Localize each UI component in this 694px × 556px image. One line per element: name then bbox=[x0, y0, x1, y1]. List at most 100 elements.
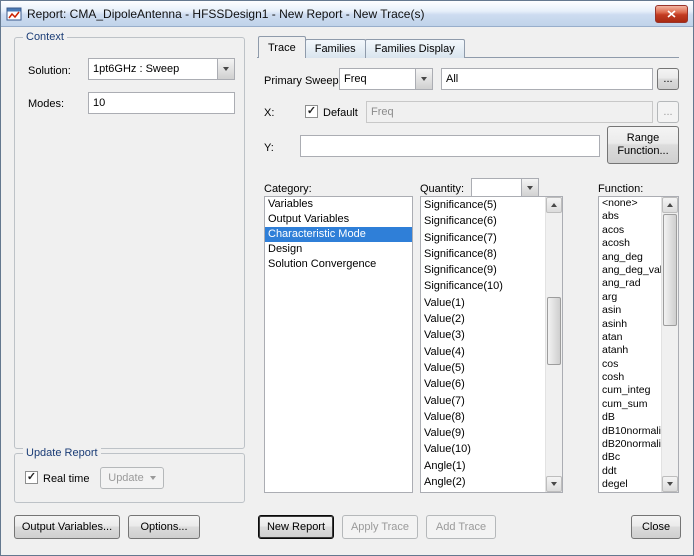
list-item[interactable]: dB bbox=[599, 411, 661, 424]
function-listbox[interactable]: <none>absacosacoshang_degang_deg_valang_… bbox=[598, 196, 679, 493]
app-icon bbox=[6, 6, 22, 22]
list-item[interactable]: atan bbox=[599, 331, 661, 344]
list-item[interactable]: cum_integ bbox=[599, 384, 661, 397]
chevron-down-icon[interactable] bbox=[415, 69, 432, 89]
new-report-button[interactable]: New Report bbox=[258, 515, 334, 539]
list-item[interactable]: Value(3) bbox=[421, 327, 545, 343]
x-default-checkbox[interactable]: ✓ bbox=[305, 105, 318, 118]
list-item[interactable]: Value(5) bbox=[421, 360, 545, 376]
list-item[interactable]: Significance(9) bbox=[421, 262, 545, 278]
tab-strip: Trace Families Families Display bbox=[258, 36, 464, 58]
primary-sweep-range-input[interactable]: All bbox=[441, 68, 653, 90]
list-item[interactable]: asinh bbox=[599, 318, 661, 331]
add-trace-button[interactable]: Add Trace bbox=[426, 515, 496, 539]
list-item[interactable]: Significance(5) bbox=[421, 197, 545, 213]
scroll-down-icon[interactable] bbox=[662, 476, 678, 492]
list-item[interactable]: atanh bbox=[599, 344, 661, 357]
quantity-listbox[interactable]: Significance(5)Significance(6)Significan… bbox=[420, 196, 563, 493]
list-item[interactable]: Output Variables bbox=[265, 212, 412, 227]
list-item[interactable]: cos bbox=[599, 358, 661, 371]
y-input[interactable] bbox=[300, 135, 600, 157]
x-input: Freq bbox=[366, 101, 653, 123]
x-browse-button[interactable]: ... bbox=[657, 101, 679, 123]
primary-sweep-label: Primary Sweep: bbox=[264, 74, 342, 88]
quantity-label: Quantity: bbox=[420, 182, 464, 196]
list-item[interactable]: Characteristic Mode bbox=[265, 227, 412, 242]
list-item[interactable]: acosh bbox=[599, 237, 661, 250]
list-item[interactable]: Value(2) bbox=[421, 311, 545, 327]
primary-sweep-combobox[interactable]: Freq bbox=[339, 68, 433, 90]
list-item[interactable]: cum_sum bbox=[599, 398, 661, 411]
quantity-list-items: Significance(5)Significance(6)Significan… bbox=[421, 197, 545, 492]
realtime-checkbox[interactable]: ✓ bbox=[25, 471, 38, 484]
list-item[interactable]: Angle(2) bbox=[421, 474, 545, 490]
category-list-items: VariablesOutput VariablesCharacteristic … bbox=[265, 197, 412, 492]
realtime-label: Real time bbox=[43, 472, 89, 486]
scroll-up-icon[interactable] bbox=[546, 197, 562, 213]
list-item[interactable]: Value(1) bbox=[421, 295, 545, 311]
update-report-group-label: Update Report bbox=[23, 446, 101, 460]
chevron-down-icon[interactable] bbox=[521, 179, 538, 197]
list-item[interactable]: Significance(7) bbox=[421, 230, 545, 246]
list-item[interactable]: ang_deg bbox=[599, 251, 661, 264]
list-item[interactable]: Angle(1) bbox=[421, 458, 545, 474]
range-function-button[interactable]: Range Function... bbox=[607, 126, 679, 164]
function-label: Function: bbox=[598, 182, 643, 196]
options-button[interactable]: Options... bbox=[128, 515, 200, 539]
output-variables-button[interactable]: Output Variables... bbox=[14, 515, 120, 539]
scrollbar-thumb[interactable] bbox=[663, 214, 677, 326]
list-item[interactable]: <none> bbox=[599, 197, 661, 210]
list-item[interactable]: dB20normalize bbox=[599, 438, 661, 451]
output-variables-label: Output Variables... bbox=[22, 521, 112, 533]
solution-label: Solution: bbox=[28, 64, 71, 78]
x-default-label: Default bbox=[323, 106, 358, 120]
list-item[interactable]: Value(6) bbox=[421, 376, 545, 392]
report-dialog: Report: CMA_DipoleAntenna - HFSSDesign1 … bbox=[0, 0, 694, 556]
scrollbar-thumb[interactable] bbox=[547, 297, 561, 365]
list-item[interactable]: cosh bbox=[599, 371, 661, 384]
update-button[interactable]: Update bbox=[100, 467, 164, 489]
apply-trace-button[interactable]: Apply Trace bbox=[342, 515, 418, 539]
scroll-up-icon[interactable] bbox=[662, 197, 678, 213]
list-item[interactable]: Solution Convergence bbox=[265, 257, 412, 272]
tab-families-display[interactable]: Families Display bbox=[365, 39, 465, 58]
tab-families[interactable]: Families bbox=[305, 39, 366, 58]
list-item[interactable]: abs bbox=[599, 210, 661, 223]
primary-sweep-browse-button[interactable]: ... bbox=[657, 68, 679, 90]
quantity-combobox[interactable] bbox=[471, 178, 539, 198]
list-item[interactable]: Significance(10) bbox=[421, 278, 545, 294]
check-icon: ✓ bbox=[307, 106, 316, 117]
category-listbox[interactable]: VariablesOutput VariablesCharacteristic … bbox=[264, 196, 413, 493]
list-item[interactable]: dBc bbox=[599, 451, 661, 464]
list-item[interactable]: acos bbox=[599, 224, 661, 237]
list-item[interactable]: Significance(6) bbox=[421, 213, 545, 229]
list-item[interactable]: Variables bbox=[265, 197, 412, 212]
function-scrollbar[interactable] bbox=[661, 197, 678, 492]
list-item[interactable]: dB10normalize bbox=[599, 425, 661, 438]
list-item[interactable]: arg bbox=[599, 291, 661, 304]
list-item[interactable]: Value(7) bbox=[421, 393, 545, 409]
list-item[interactable]: ddt bbox=[599, 465, 661, 478]
range-function-label: Range Function... bbox=[612, 132, 674, 158]
titlebar-close-button[interactable] bbox=[655, 5, 688, 23]
list-item[interactable]: Value(4) bbox=[421, 344, 545, 360]
list-item[interactable]: Significance(8) bbox=[421, 246, 545, 262]
apply-trace-label: Apply Trace bbox=[351, 521, 409, 533]
tab-trace[interactable]: Trace bbox=[258, 36, 306, 58]
modes-input[interactable]: 10 bbox=[88, 92, 235, 114]
list-item[interactable]: degel bbox=[599, 478, 661, 491]
solution-value: 1pt6GHz : Sweep bbox=[89, 59, 217, 79]
solution-combobox[interactable]: 1pt6GHz : Sweep bbox=[88, 58, 235, 80]
list-item[interactable]: Value(8) bbox=[421, 409, 545, 425]
scroll-down-icon[interactable] bbox=[546, 476, 562, 492]
list-item[interactable]: Design bbox=[265, 242, 412, 257]
list-item[interactable]: ang_deg_val bbox=[599, 264, 661, 277]
list-item[interactable]: ang_rad bbox=[599, 277, 661, 290]
list-item[interactable]: asin bbox=[599, 304, 661, 317]
chevron-down-icon[interactable] bbox=[217, 59, 234, 79]
context-group-label: Context bbox=[23, 30, 67, 44]
list-item[interactable]: Value(10) bbox=[421, 441, 545, 457]
list-item[interactable]: Value(9) bbox=[421, 425, 545, 441]
close-dialog-button[interactable]: Close bbox=[631, 515, 681, 539]
quantity-scrollbar[interactable] bbox=[545, 197, 562, 492]
